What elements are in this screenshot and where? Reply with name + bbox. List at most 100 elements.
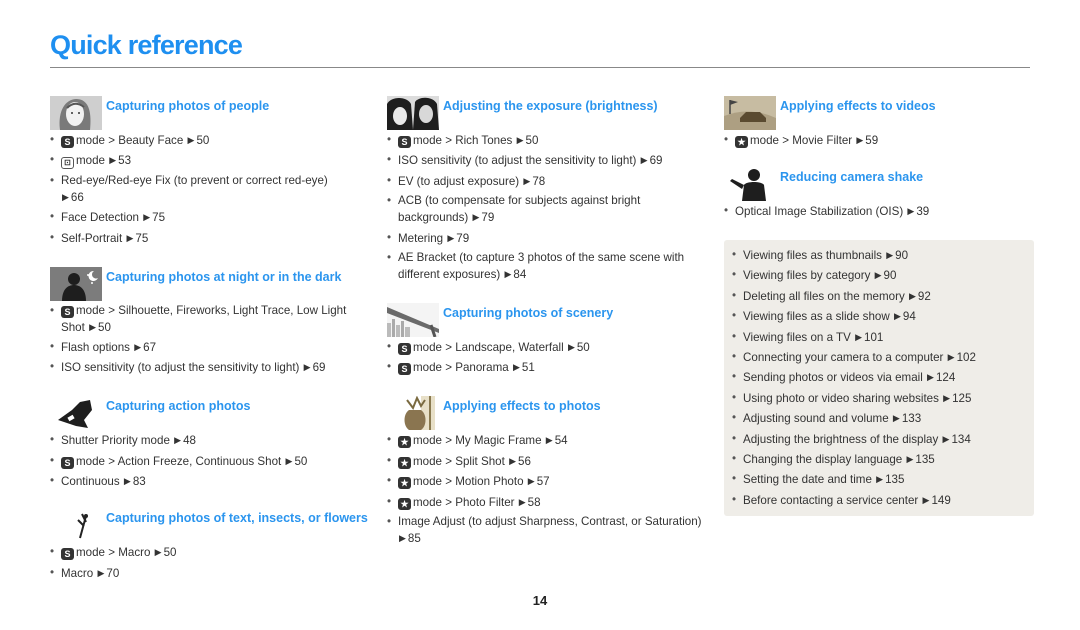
page-ref[interactable]: 48 — [183, 434, 196, 447]
list-item[interactable]: Before contacting a service center ▶149 — [732, 492, 1026, 509]
list-item[interactable]: ⊡mode ▶53 — [50, 152, 370, 170]
page-ref[interactable]: 85 — [408, 532, 421, 545]
list-item[interactable]: ACB (to compensate for subjects against … — [387, 193, 707, 226]
list-item[interactable]: Image Adjust (to adjust Sharpness, Contr… — [387, 514, 707, 547]
page-ref[interactable]: 50 — [577, 341, 590, 354]
list-item[interactable]: Changing the display language ▶135 — [732, 451, 1026, 468]
page-ref[interactable]: 135 — [915, 453, 934, 466]
page-ref[interactable]: 101 — [864, 331, 883, 344]
page-ref[interactable]: 84 — [513, 268, 526, 281]
night-silhouette-thumbnail-icon — [50, 266, 102, 301]
page-ref[interactable]: 94 — [903, 310, 916, 323]
list-item[interactable]: Smode > Beauty Face ▶50 — [50, 132, 370, 149]
list-item[interactable]: Using photo or video sharing websites ▶1… — [732, 390, 1026, 407]
page-ref[interactable]: 135 — [885, 473, 904, 486]
list-item[interactable]: Adjusting sound and volume ▶133 — [732, 410, 1026, 427]
page-ref[interactable]: 92 — [918, 290, 931, 303]
page-ref[interactable]: 39 — [916, 205, 929, 218]
vase-thumbnail-icon — [387, 396, 439, 431]
page-ref[interactable]: 124 — [936, 371, 955, 384]
list-item[interactable]: AE Bracket (to capture 3 photos of the s… — [387, 250, 707, 283]
list-item[interactable]: Shutter Priority mode ▶48 — [50, 432, 370, 449]
page-ref[interactable]: 51 — [522, 361, 535, 374]
page-ref[interactable]: 79 — [456, 232, 469, 245]
page-arrow-icon: ▶ — [509, 455, 516, 466]
page-ref[interactable]: 90 — [895, 249, 908, 262]
list-item[interactable]: Flash options ▶67 — [50, 339, 370, 356]
page-ref[interactable]: 57 — [537, 475, 550, 488]
bridge-skyline-thumbnail-icon — [387, 302, 439, 337]
section-title: Capturing photos of scenery — [443, 305, 614, 320]
list-item[interactable]: Connecting your camera to a computer ▶10… — [732, 349, 1026, 366]
page-ref[interactable]: 70 — [106, 567, 119, 580]
magic-mode-icon: ★ — [398, 497, 411, 510]
list-item[interactable]: Smode > Landscape, Waterfall ▶50 — [387, 339, 707, 356]
page-ref[interactable]: 69 — [313, 361, 326, 374]
list-item[interactable]: Viewing files by category ▶90 — [732, 267, 1026, 284]
list-item[interactable]: Smode > Panorama ▶51 — [387, 359, 707, 376]
list-item[interactable]: Smode > Action Freeze, Continuous Shot ▶… — [50, 453, 370, 470]
list-item[interactable]: Optical Image Stabilization (OIS) ▶39 — [724, 203, 1034, 220]
list-item[interactable]: Viewing files on a TV ▶101 — [732, 329, 1026, 346]
list-item[interactable]: ISO sensitivity (to adjust the sensitivi… — [387, 152, 707, 169]
list-item[interactable]: Setting the date and time ▶135 — [732, 471, 1026, 488]
list-item[interactable]: EV (to adjust exposure) ▶78 — [387, 173, 707, 190]
list-item[interactable]: ★mode > My Magic Frame ▶54 — [387, 432, 707, 449]
page-arrow-icon: ▶ — [97, 567, 105, 578]
portrait-woman-thumbnail-icon — [50, 96, 102, 130]
list-item[interactable]: ISO sensitivity (to adjust the sensitivi… — [50, 359, 370, 376]
page-ref[interactable]: 75 — [135, 232, 148, 245]
page-arrow-icon: ▶ — [855, 331, 862, 342]
page-ref[interactable]: 75 — [152, 211, 165, 224]
list-item[interactable]: ★mode > Motion Photo ▶57 — [387, 473, 707, 490]
page-ref[interactable]: 53 — [118, 154, 131, 167]
list-item[interactable]: Deleting all files on the memory ▶92 — [732, 288, 1026, 305]
page-ref[interactable]: 102 — [957, 351, 976, 364]
page-ref[interactable]: 50 — [98, 321, 111, 334]
page-ref[interactable]: 78 — [532, 175, 545, 188]
page-ref[interactable]: 125 — [952, 392, 971, 405]
page-ref[interactable]: 59 — [865, 134, 878, 147]
list-item[interactable]: ★mode > Movie Filter ▶59 — [724, 132, 1034, 149]
page-ref[interactable]: 79 — [481, 211, 494, 224]
list-item[interactable]: Self-Portrait ▶75 — [50, 230, 370, 247]
page-ref[interactable]: 50 — [196, 134, 209, 147]
magic-mode-icon: ★ — [398, 436, 411, 449]
title-divider — [50, 67, 1030, 68]
couple-faces-thumbnail-icon — [387, 96, 439, 130]
list-item[interactable]: Macro ▶70 — [50, 565, 370, 582]
list-item[interactable]: Smode > Silhouette, Fireworks, Light Tra… — [50, 303, 370, 336]
page-ref[interactable]: 83 — [133, 475, 146, 488]
list-item[interactable]: Face Detection ▶75 — [50, 209, 370, 226]
page-ref[interactable]: 149 — [931, 494, 950, 507]
page-arrow-icon: ▶ — [942, 433, 950, 444]
page-ref[interactable]: 67 — [143, 341, 156, 354]
general-topics-box: Viewing files as thumbnails ▶90 Viewing f… — [724, 240, 1034, 517]
page-ref[interactable]: 50 — [526, 134, 539, 147]
list-item[interactable]: Viewing files as thumbnails ▶90 — [732, 247, 1026, 264]
page-arrow-icon: ▶ — [943, 392, 951, 403]
page-ref[interactable]: 69 — [650, 154, 663, 167]
page-ref[interactable]: 90 — [884, 269, 897, 282]
page-ref[interactable]: 58 — [528, 496, 541, 509]
list-item[interactable]: ★mode > Split Shot ▶56 — [387, 453, 707, 470]
list-item[interactable]: Sending photos or videos via email ▶124 — [732, 369, 1026, 386]
page-ref[interactable]: 133 — [902, 412, 921, 425]
page-arrow-icon: ▶ — [907, 206, 915, 216]
page-ref[interactable]: 66 — [71, 191, 84, 204]
page-ref[interactable]: 50 — [164, 546, 177, 559]
page-ref[interactable]: 56 — [518, 455, 531, 468]
list-item[interactable]: Smode > Rich Tones ▶50 — [387, 132, 707, 149]
page-ref[interactable]: 134 — [951, 433, 970, 446]
list-item[interactable]: Continuous ▶83 — [50, 473, 370, 490]
list-item[interactable]: Adjusting the brightness of the display … — [732, 431, 1026, 448]
section-exposure: Adjusting the exposure (brightness) Smod… — [387, 96, 707, 283]
list-item[interactable]: Smode > Macro ▶50 — [50, 544, 370, 561]
page-arrow-icon: ▶ — [303, 362, 311, 373]
list-item[interactable]: Viewing files as a slide show ▶94 — [732, 308, 1026, 325]
list-item[interactable]: Metering ▶79 — [387, 230, 707, 247]
page-ref[interactable]: 50 — [294, 455, 307, 468]
list-item[interactable]: Red-eye/Red-eye Fix (to prevent or corre… — [50, 173, 370, 206]
page-ref[interactable]: 54 — [555, 434, 568, 447]
list-item[interactable]: ★mode > Photo Filter ▶58 — [387, 494, 707, 511]
